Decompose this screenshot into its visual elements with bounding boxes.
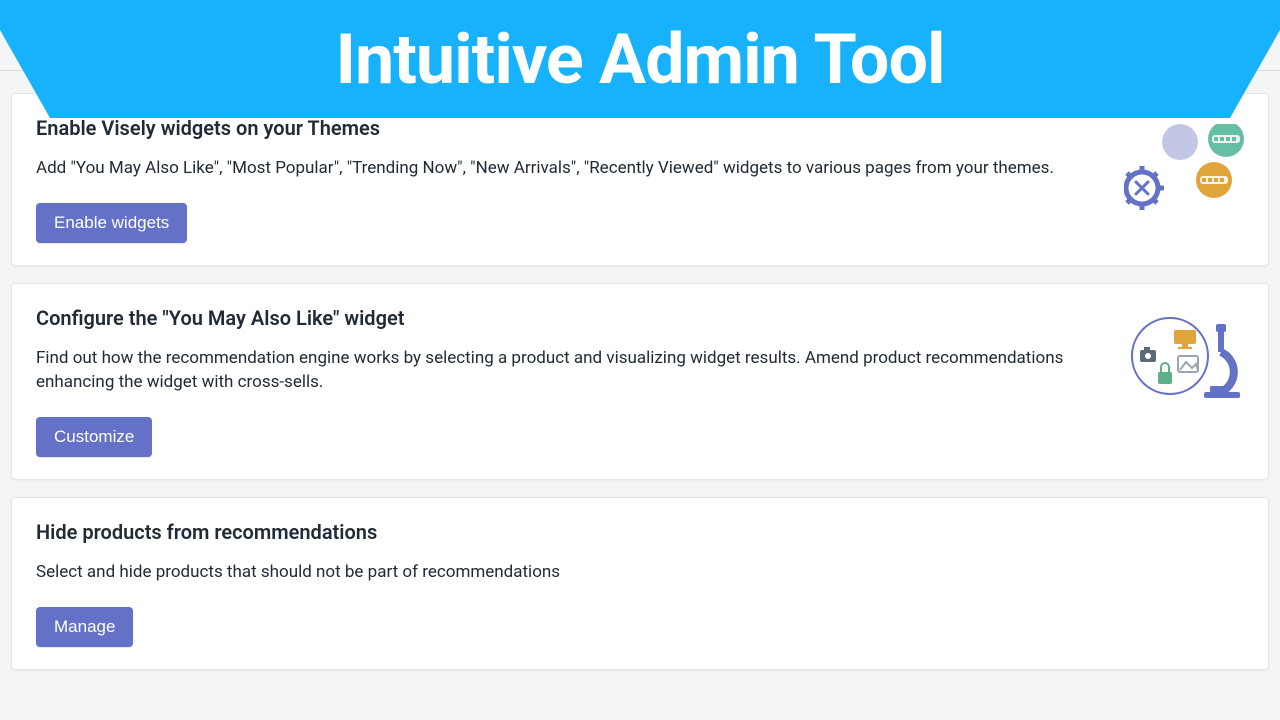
banner-title: Intuitive Admin Tool: [0, 0, 1280, 120]
card-description: Select and hide products that should not…: [36, 560, 1244, 585]
widgets-cluster-icon: [1124, 124, 1244, 214]
card-hide-products: Hide products from recommendations Selec…: [11, 497, 1269, 670]
card-title: Hide products from recommendations: [36, 520, 1244, 544]
banner-header: Intuitive Admin Tool: [0, 0, 1280, 118]
customize-button[interactable]: Customize: [36, 417, 152, 457]
manage-button[interactable]: Manage: [36, 607, 133, 647]
card-title: Configure the "You May Also Like" widget: [36, 306, 1104, 330]
enable-widgets-button[interactable]: Enable widgets: [36, 203, 187, 243]
card-configure-widget: Configure the "You May Also Like" widget…: [11, 283, 1269, 480]
card-description: Add "You May Also Like", "Most Popular",…: [36, 156, 1104, 181]
microscope-inspect-icon: [1124, 314, 1244, 404]
card-description: Find out how the recommendation engine w…: [36, 346, 1104, 395]
content-area: Enable Visely widgets on your Themes Add…: [0, 93, 1280, 670]
